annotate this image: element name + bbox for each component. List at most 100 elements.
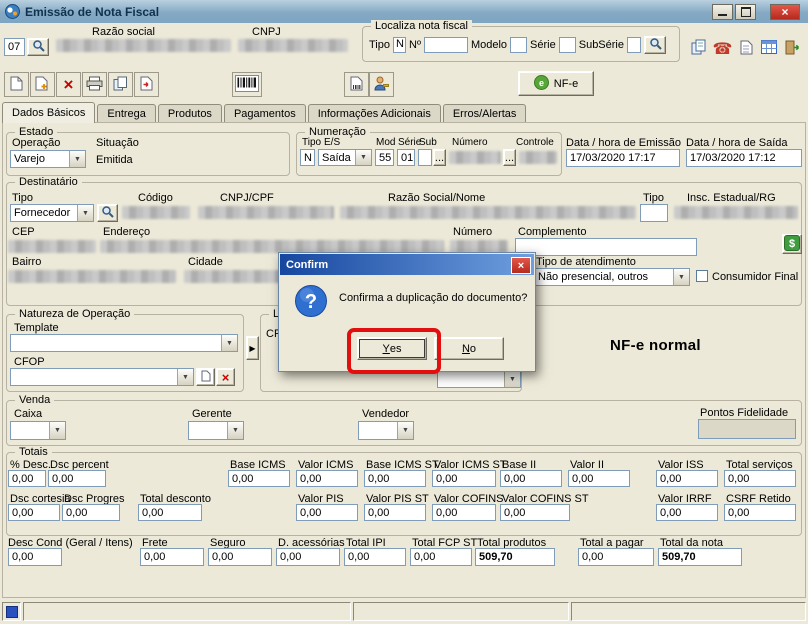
cfop-new-button[interactable] <box>196 368 215 386</box>
num-numero-field[interactable] <box>449 151 501 164</box>
consumidor-final-checkbox[interactable] <box>696 270 708 282</box>
localiza-subserie-field[interactable] <box>627 37 641 53</box>
total-field[interactable]: 0,00 <box>140 548 204 566</box>
total-field[interactable]: 0,00 <box>228 470 290 487</box>
dest-complemento-field[interactable] <box>515 238 697 256</box>
dest-search-button[interactable] <box>97 204 118 222</box>
new-from-template-button[interactable] <box>30 72 55 97</box>
localiza-tipo-field[interactable]: N <box>393 37 406 53</box>
dest-ie-field[interactable] <box>674 206 798 219</box>
total-field[interactable]: 0,00 <box>656 504 718 521</box>
tab-produtos[interactable]: Produtos <box>157 104 222 123</box>
dest-razao-field[interactable] <box>340 206 636 219</box>
tab-pagamentos[interactable]: Pagamentos <box>223 104 306 123</box>
exit-button[interactable] <box>780 36 805 61</box>
total-field[interactable]: 0,00 <box>62 504 120 521</box>
dest-tipo2-field[interactable] <box>640 204 668 222</box>
num-sub-picker-button[interactable]: ... <box>433 149 446 166</box>
total-produtos-field[interactable]: 509,70 <box>475 548 555 566</box>
caixa-combo[interactable]: ▼ <box>10 421 66 440</box>
cfop-delete-button[interactable]: × <box>216 368 235 386</box>
total-field[interactable]: 0,00 <box>724 470 796 487</box>
total-field[interactable]: 0,00 <box>724 504 796 521</box>
cnpj-field[interactable] <box>238 39 348 52</box>
copy-button[interactable] <box>108 72 133 97</box>
dest-codigo-field[interactable] <box>122 206 190 219</box>
statusbar-panel-3 <box>571 602 806 621</box>
certificate-user-button[interactable] <box>369 72 394 97</box>
no-button[interactable]: No <box>434 337 504 360</box>
dest-finance-button[interactable]: $ <box>782 234 802 254</box>
total-field[interactable]: 0,00 <box>656 470 718 487</box>
cfop-lista-combo[interactable]: ▼ <box>437 371 521 388</box>
close-button[interactable]: × <box>770 4 800 20</box>
data-emissao-field[interactable]: 17/03/2020 17:17 <box>566 149 680 167</box>
localiza-modelo-field[interactable] <box>510 37 528 53</box>
dialog-close-button[interactable]: × <box>511 257 531 274</box>
dest-atendimento-combo[interactable]: Não presencial, outros ▼ <box>534 268 690 286</box>
messages-button[interactable] <box>686 36 711 61</box>
razao-social-field[interactable] <box>56 39 231 52</box>
danfe-button[interactable] <box>232 72 262 97</box>
new-document-button[interactable] <box>4 72 29 97</box>
num-serie-field[interactable]: 01 <box>397 149 415 166</box>
export-button[interactable] <box>134 72 159 97</box>
total-field[interactable]: 0,00 <box>296 470 358 487</box>
nfe-button[interactable]: e NF-e <box>518 71 594 96</box>
total-da-nota-field[interactable]: 509,70 <box>658 548 742 566</box>
total-field[interactable]: 0,00 <box>568 470 630 487</box>
total-field[interactable]: 0,00 <box>344 548 406 566</box>
total-field[interactable]: 0,00 <box>410 548 472 566</box>
gerente-combo[interactable]: ▼ <box>188 421 244 440</box>
total-field[interactable]: 0,00 <box>138 504 202 521</box>
num-mod-field[interactable]: 55 <box>375 149 394 166</box>
total-a-pagar-field[interactable]: 0,00 <box>578 548 654 566</box>
total-field[interactable]: 0,00 <box>296 504 358 521</box>
cfop-add-arrow-button[interactable]: ▶ <box>246 336 259 360</box>
num-sub-field[interactable] <box>418 149 432 166</box>
total-field[interactable]: 0,00 <box>432 504 496 521</box>
dest-cidade-label: Cidade <box>188 256 223 268</box>
num-controle-field[interactable] <box>519 151 557 164</box>
dest-cnpj-field[interactable] <box>198 206 334 219</box>
localiza-search-button[interactable] <box>644 36 666 54</box>
localiza-numero-field[interactable] <box>423 37 468 53</box>
print-button[interactable] <box>82 72 107 97</box>
total-field[interactable]: 0,00 <box>8 470 46 487</box>
total-field[interactable]: 0,00 <box>500 504 570 521</box>
total-field[interactable]: 0,00 <box>48 470 106 487</box>
localiza-serie-field[interactable] <box>558 37 576 53</box>
total-field[interactable]: 0,00 <box>208 548 272 566</box>
num-numero-picker-button[interactable]: ... <box>503 149 516 166</box>
minimize-button[interactable] <box>712 4 733 20</box>
total-field[interactable]: 0,00 <box>276 548 340 566</box>
support-phone-button[interactable]: ☎ <box>710 36 735 61</box>
document-barcode-button[interactable] <box>344 72 369 97</box>
operacao-combo[interactable]: Varejo ▼ <box>10 150 86 168</box>
num-tipo-field[interactable]: N <box>300 149 315 166</box>
total-field[interactable]: 0,00 <box>364 504 426 521</box>
total-field[interactable]: 0,00 <box>432 470 496 487</box>
num-es-label: E/S <box>324 137 341 148</box>
maximize-button[interactable] <box>735 4 756 20</box>
total-field[interactable]: 0,00 <box>8 504 60 521</box>
company-search-button[interactable] <box>27 38 49 56</box>
total-field[interactable]: 0,00 <box>8 548 62 566</box>
dest-bairro-field[interactable] <box>8 270 176 283</box>
delete-button[interactable]: × <box>56 72 81 97</box>
tab-entrega[interactable]: Entrega <box>97 104 156 123</box>
grid-button[interactable] <box>756 36 781 61</box>
num-es-combo[interactable]: Saída ▼ <box>318 149 372 166</box>
data-saida-field[interactable]: 17/03/2020 17:12 <box>686 149 802 167</box>
template-combo[interactable]: ▼ <box>10 334 238 352</box>
total-field[interactable]: 0,00 <box>500 470 562 487</box>
company-code-field[interactable]: 07 <box>4 38 25 56</box>
cfop-combo[interactable]: ▼ <box>10 368 194 386</box>
tab-erros-alertas[interactable]: Erros/Alertas <box>442 104 527 123</box>
dest-cep-field[interactable] <box>8 240 96 253</box>
total-field[interactable]: 0,00 <box>364 470 426 487</box>
tab-informacoes-adicionais[interactable]: Informações Adicionais <box>307 104 441 123</box>
tab-dados-basicos[interactable]: Dados Básicos <box>2 102 96 123</box>
dest-tipo-combo[interactable]: Fornecedor ▼ <box>10 204 94 222</box>
vendedor-combo[interactable]: ▼ <box>358 421 414 440</box>
